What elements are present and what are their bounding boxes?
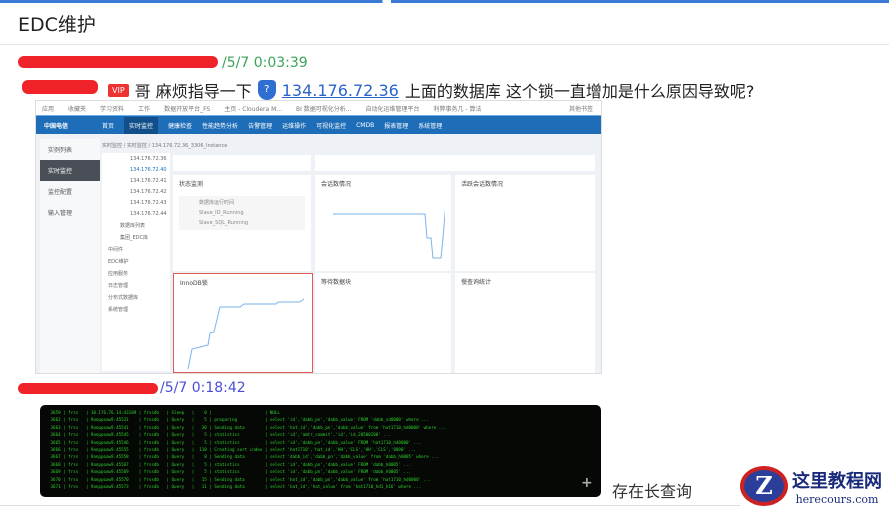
innodb-locks-line-chart [187,298,305,370]
tree-item: 系统管理 [108,306,129,313]
panel-title: 等待数据块 [321,279,352,286]
terminal-line: 3665 | frss | 9anppoaw9.45546 | frssdb |… [48,439,422,445]
tree-item: 134.176.72.36 [130,155,167,162]
bookmark: 收藏夹 [68,105,87,113]
terminal-line: 3671 | frss | 9anppoaw9.45573 | frssdb |… [48,484,422,490]
message-timestamp: /5/7 0:18:42 [160,380,246,396]
sidebar-item: 实时监控 [40,160,100,181]
bookmark: BI 数据可视化分析... [295,105,352,113]
message-timestamp: /5/7 0:03:39 [222,55,308,71]
nav-item: CMDB [356,121,375,129]
tree-item: 应用服务 [108,270,129,277]
panel-title: 状态监测 [179,181,204,188]
divider [0,505,740,506]
bookmark: 学习资料 [100,105,125,113]
page-title: EDC维护 [18,14,96,36]
panel-title: InnoDB锁 [180,280,208,287]
sidebar-item: 实例列表 [48,147,73,154]
nav-item: 报表管理 [384,122,409,130]
breadcrumb: 实时监控 / 实时监控 / 134.176.72.36_3306_Instanc… [102,143,228,149]
app-sidebar: 实例列表 实时监控 监控配置 输入管理 [40,139,100,373]
terminal-line: 3662 | frss | 9anppoaw9.45531 | frssdb |… [48,417,429,423]
zoom-in-icon[interactable]: + [581,475,593,491]
watermark-name: 这里教程网 [792,470,882,492]
logo: 中国电信 [44,122,69,130]
ip-link[interactable]: 134.176.72.36 [282,81,399,100]
nav-item: 运维操作 [282,122,307,130]
tree-item: 134.176.72.44 [130,210,167,217]
tree-item: 数据库列表 [120,222,146,229]
terminal-line: 3670 | frss | 9anppoaw9.45570 | frssdb |… [48,476,432,482]
terminal-screenshot[interactable]: 3659 | frss | 10.176.76.14:43189 | frssd… [40,405,601,497]
embedded-screenshot[interactable]: 应用 收藏夹 学习资料 工作 数据开放平台_FS 主页 - Cloudera M… [35,100,602,374]
status-row: 数据库运行时间 [199,200,235,206]
terminal-line: 3667 | frss | 9anppoaw9.45558 | frssdb |… [48,454,439,460]
nav-item: 可视化监控 [316,122,347,130]
redaction [18,56,218,68]
app-nav: 中国电信 首页 实时监控 健康检查 性能趋势分析 告警管理 运维操作 可视化监控… [36,116,601,134]
panel-title: 活跃会话数情况 [461,181,504,188]
nav-item: 系统管理 [418,122,443,130]
divider [0,44,889,45]
message-text: VIP 哥 麻烦指导一下 ? 134.176.72.36 上面的数据库 这个锁一… [108,78,754,102]
panel-status: 状态监测 数据库运行时间 Slave_IO_Running Slave_SQL_… [173,175,311,271]
top-accent-bar [0,0,889,3]
panel-wait-blocks: 等待数据块 [315,273,451,373]
tree-item: 中间件 [108,246,124,253]
panel-innodb-locks: InnoDB锁 [173,273,313,373]
mention-badge: VIP [108,83,129,97]
bookmarks-bar: 应用 收藏夹 学习资料 工作 数据开放平台_FS 主页 - Cloudera M… [36,101,601,116]
panel [173,155,311,171]
tree-item: 日志管理 [108,282,129,289]
nav-item: 健康检查 [168,122,193,130]
terminal-line: 3669 | frss | 9anppoaw9.45569 | frssdb |… [48,469,412,475]
bookmark: 应用 [42,105,55,113]
message-caption: 存在长查询 [612,482,693,501]
shield-icon: ? [257,80,276,100]
panel [315,155,595,171]
watermark-domain: herecours.com [795,492,879,506]
panel-title: 慢查询统计 [461,279,492,286]
tree-item: EDC维护 [108,258,129,265]
redaction [18,383,158,394]
terminal-line: 3663 | frss | 9anppoaw9.45541 | frssdb |… [48,424,447,430]
panel-slow-queries: 慢查询统计 [455,273,595,373]
nav-item: 实时监控 [124,116,159,134]
tree-item: 134.176.72.41 [130,177,167,184]
status-row: Slave_IO_Running [199,210,244,216]
sidebar-item: 输入管理 [48,210,73,217]
panel-sessions: 会话数情况 [315,175,451,271]
bookmark: 数据开放平台_FS [164,105,211,113]
tree-item: 分布式数据库 [108,294,139,301]
tree-item: 134.176.72.43 [130,199,167,206]
sessions-line-chart [333,189,448,259]
terminal-line: 3668 | frss | 9anppoaw9.45567 | frssdb |… [48,461,412,467]
tree-item: 集团_EDC库 [120,234,149,241]
tree-item: 134.176.72.40 [130,166,167,173]
tree-item: 134.176.72.42 [130,188,167,195]
bookmark: 工作 [138,105,151,113]
redaction [22,80,98,94]
terminal-line: 3659 | frss | 10.176.76.14:43189 | frssd… [48,410,280,415]
panel-active-sessions: 活跃会话数情况 [455,175,595,271]
bookmark: 其他书签 [568,105,593,113]
bookmark: 利弊事务几 - 算法 [433,105,482,113]
bookmark: 自动化运维管理平台 [365,105,420,113]
nav-item: 性能趋势分析 [202,122,239,130]
nav-item: 首页 [102,122,115,130]
panel-title: 会话数情况 [321,181,352,188]
terminal-line: 3666 | frss | 9anppoaw9.45555 | frssdb |… [48,447,417,453]
terminal-line: 3664 | frss | 9anppoaw9.45545 | frssdb |… [48,432,391,438]
nav-item: 告警管理 [248,122,273,130]
sidebar-item: 监控配置 [48,189,73,196]
status-row: Slave_SQL_Running [199,220,249,226]
bookmark: 主页 - Cloudera M... [224,105,282,113]
watermark: Z 这里教程网 herecours.com [740,466,882,506]
watermark-logo: Z [740,466,788,506]
message-prefix: 哥 麻烦指导一下 [134,82,252,101]
instance-tree: 134.176.72.36 134.176.72.40 134.176.72.4… [102,153,170,371]
message-suffix: 上面的数据库 这个锁一直增加是什么原因导致呢? [404,82,755,101]
